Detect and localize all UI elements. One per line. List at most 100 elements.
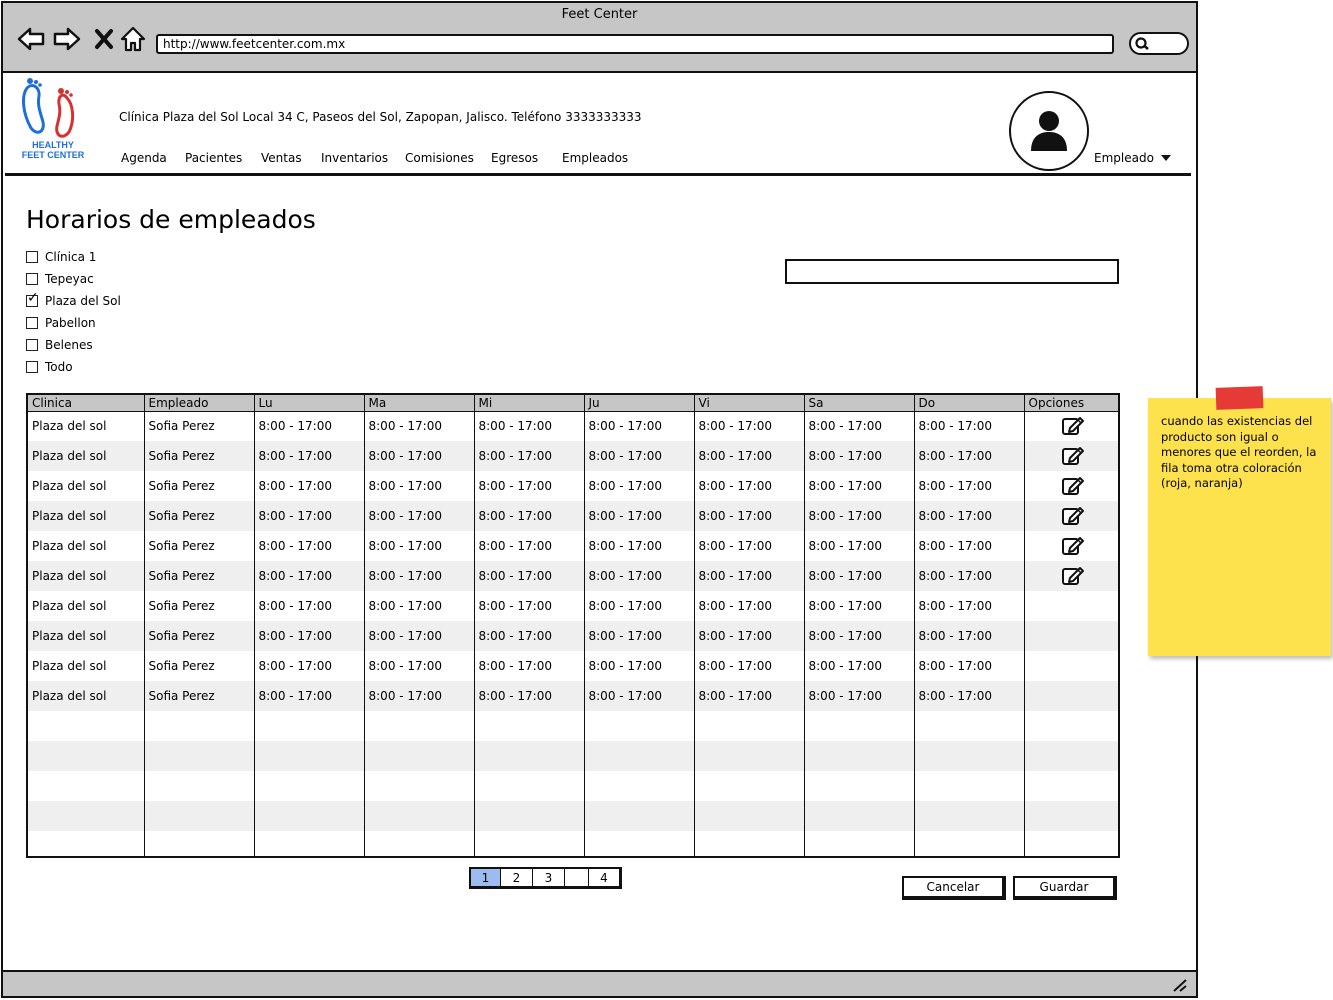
column-header[interactable]: Opciones — [1024, 395, 1118, 412]
table-cell: 8:00 - 17:00 — [584, 501, 695, 531]
edit-icon[interactable] — [1061, 445, 1085, 467]
checkbox[interactable] — [26, 339, 38, 351]
table-cell: 8:00 - 17:00 — [804, 591, 915, 621]
filter-clinica-1[interactable]: Clínica 1 — [26, 250, 96, 266]
url-bar[interactable]: http://www.feetcenter.com.mx — [156, 34, 1114, 54]
filter-plaza-del-sol[interactable]: Plaza del Sol — [26, 291, 121, 310]
browser-search[interactable] — [1129, 32, 1189, 55]
back-icon[interactable] — [17, 25, 45, 53]
column-header[interactable]: Lu — [254, 395, 365, 412]
table-cell — [254, 771, 365, 801]
menu-inventarios[interactable]: Inventarios — [321, 151, 388, 165]
options-cell — [1024, 531, 1118, 561]
column-header[interactable]: Ma — [364, 395, 475, 412]
user-menu[interactable]: Empleado — [1094, 151, 1171, 165]
table-cell — [914, 831, 1025, 856]
table-row — [28, 801, 1118, 831]
filter-label: Tepeyac — [45, 272, 94, 286]
edit-icon[interactable] — [1061, 505, 1085, 527]
checkbox[interactable] — [26, 317, 38, 329]
column-header[interactable]: Mi — [474, 395, 585, 412]
filter-pabellon[interactable]: Pabellon — [26, 316, 96, 332]
table-row — [28, 771, 1118, 801]
options-cell — [1024, 651, 1118, 681]
page-button[interactable]: 1 — [471, 869, 501, 886]
cancel-button[interactable]: Cancelar — [902, 876, 1006, 900]
checkbox-checked[interactable] — [26, 291, 39, 307]
filter-label: Belenes — [45, 338, 93, 352]
column-header[interactable]: Ju — [584, 395, 695, 412]
filter-tepeyac[interactable]: Tepeyac — [26, 272, 94, 288]
menu-ventas[interactable]: Ventas — [261, 151, 302, 165]
home-icon[interactable] — [119, 25, 147, 53]
table-cell — [28, 771, 145, 801]
table-cell: Plaza del sol — [28, 621, 145, 651]
edit-icon[interactable] — [1061, 475, 1085, 497]
chevron-down-icon — [1160, 155, 1171, 161]
sticky-note-text: cuando las existencias del producto son … — [1161, 414, 1317, 490]
table-cell: 8:00 - 17:00 — [914, 411, 1025, 441]
table-row: Plaza del sol Sofia Perez 8:00 - 17:00 8:00… — [28, 471, 1118, 501]
column-header[interactable]: Vi — [694, 395, 805, 412]
checkbox[interactable] — [26, 273, 38, 285]
table-row: Plaza del sol Sofia Perez 8:00 - 17:00 8:00… — [28, 441, 1118, 471]
menu-empleados[interactable]: Empleados — [562, 151, 628, 165]
table-row: Plaza del sol Sofia Perez 8:00 - 17:00 8:00… — [28, 411, 1118, 441]
filter-label: Todo — [45, 360, 73, 374]
table-cell — [584, 711, 695, 741]
filter-belenes[interactable]: Belenes — [26, 338, 93, 354]
table-cell: 8:00 - 17:00 — [254, 471, 365, 501]
logo-text: HEALTHY FEET CENTER — [21, 140, 85, 160]
table-cell: 8:00 - 17:00 — [364, 441, 475, 471]
forward-icon[interactable] — [53, 25, 81, 53]
table-cell: 8:00 - 17:00 — [364, 471, 475, 501]
menu-egresos[interactable]: Egresos — [491, 151, 538, 165]
filter-label: Pabellon — [45, 316, 96, 330]
column-header[interactable]: Sa — [804, 395, 915, 412]
avatar[interactable] — [1009, 91, 1089, 171]
table-cell: Plaza del sol — [28, 651, 145, 681]
table-cell: 8:00 - 17:00 — [914, 591, 1025, 621]
table-cell: Plaza del sol — [28, 561, 145, 591]
table-cell: 8:00 - 17:00 — [364, 681, 475, 711]
save-button[interactable]: Guardar — [1013, 876, 1117, 900]
edit-icon[interactable] — [1061, 535, 1085, 557]
table-cell: 8:00 - 17:00 — [914, 471, 1025, 501]
resize-handle-icon[interactable] — [1172, 978, 1188, 992]
table-cell: 8:00 - 17:00 — [694, 441, 805, 471]
page-button[interactable] — [565, 869, 589, 886]
page-button[interactable]: 4 — [589, 869, 619, 886]
search-input[interactable] — [785, 259, 1119, 284]
column-header[interactable]: Clinica — [28, 395, 145, 412]
table-cell: 8:00 - 17:00 — [694, 561, 805, 591]
checkbox[interactable] — [26, 361, 38, 373]
table-cell — [694, 831, 805, 856]
table-cell — [474, 741, 585, 771]
table-cell — [474, 801, 585, 831]
table-cell: 8:00 - 17:00 — [914, 651, 1025, 681]
checkbox[interactable] — [26, 251, 38, 263]
menu-agenda[interactable]: Agenda — [121, 151, 167, 165]
page-button[interactable]: 2 — [501, 869, 533, 886]
table-cell: 8:00 - 17:00 — [694, 501, 805, 531]
table-cell — [474, 831, 585, 856]
filter-todo[interactable]: Todo — [26, 360, 73, 376]
table-cell: Sofia Perez — [144, 621, 255, 651]
table-cell: 8:00 - 17:00 — [584, 681, 695, 711]
edit-icon[interactable] — [1061, 415, 1085, 437]
table-cell — [364, 801, 475, 831]
table-row: Plaza del sol Sofia Perez 8:00 - 17:00 8:00… — [28, 561, 1118, 591]
menu-pacientes[interactable]: Pacientes — [185, 151, 242, 165]
table-cell: Sofia Perez — [144, 501, 255, 531]
column-header[interactable]: Empleado — [144, 395, 255, 412]
table-cell — [28, 831, 145, 856]
table-cell: 8:00 - 17:00 — [694, 411, 805, 441]
column-header[interactable]: Do — [914, 395, 1025, 412]
menu-comisiones[interactable]: Comisiones — [405, 151, 474, 165]
table-cell — [144, 741, 255, 771]
page-button[interactable]: 3 — [533, 869, 565, 886]
close-icon[interactable] — [91, 25, 119, 53]
edit-icon[interactable] — [1061, 565, 1085, 587]
table-cell: 8:00 - 17:00 — [584, 561, 695, 591]
table-cell: 8:00 - 17:00 — [254, 441, 365, 471]
